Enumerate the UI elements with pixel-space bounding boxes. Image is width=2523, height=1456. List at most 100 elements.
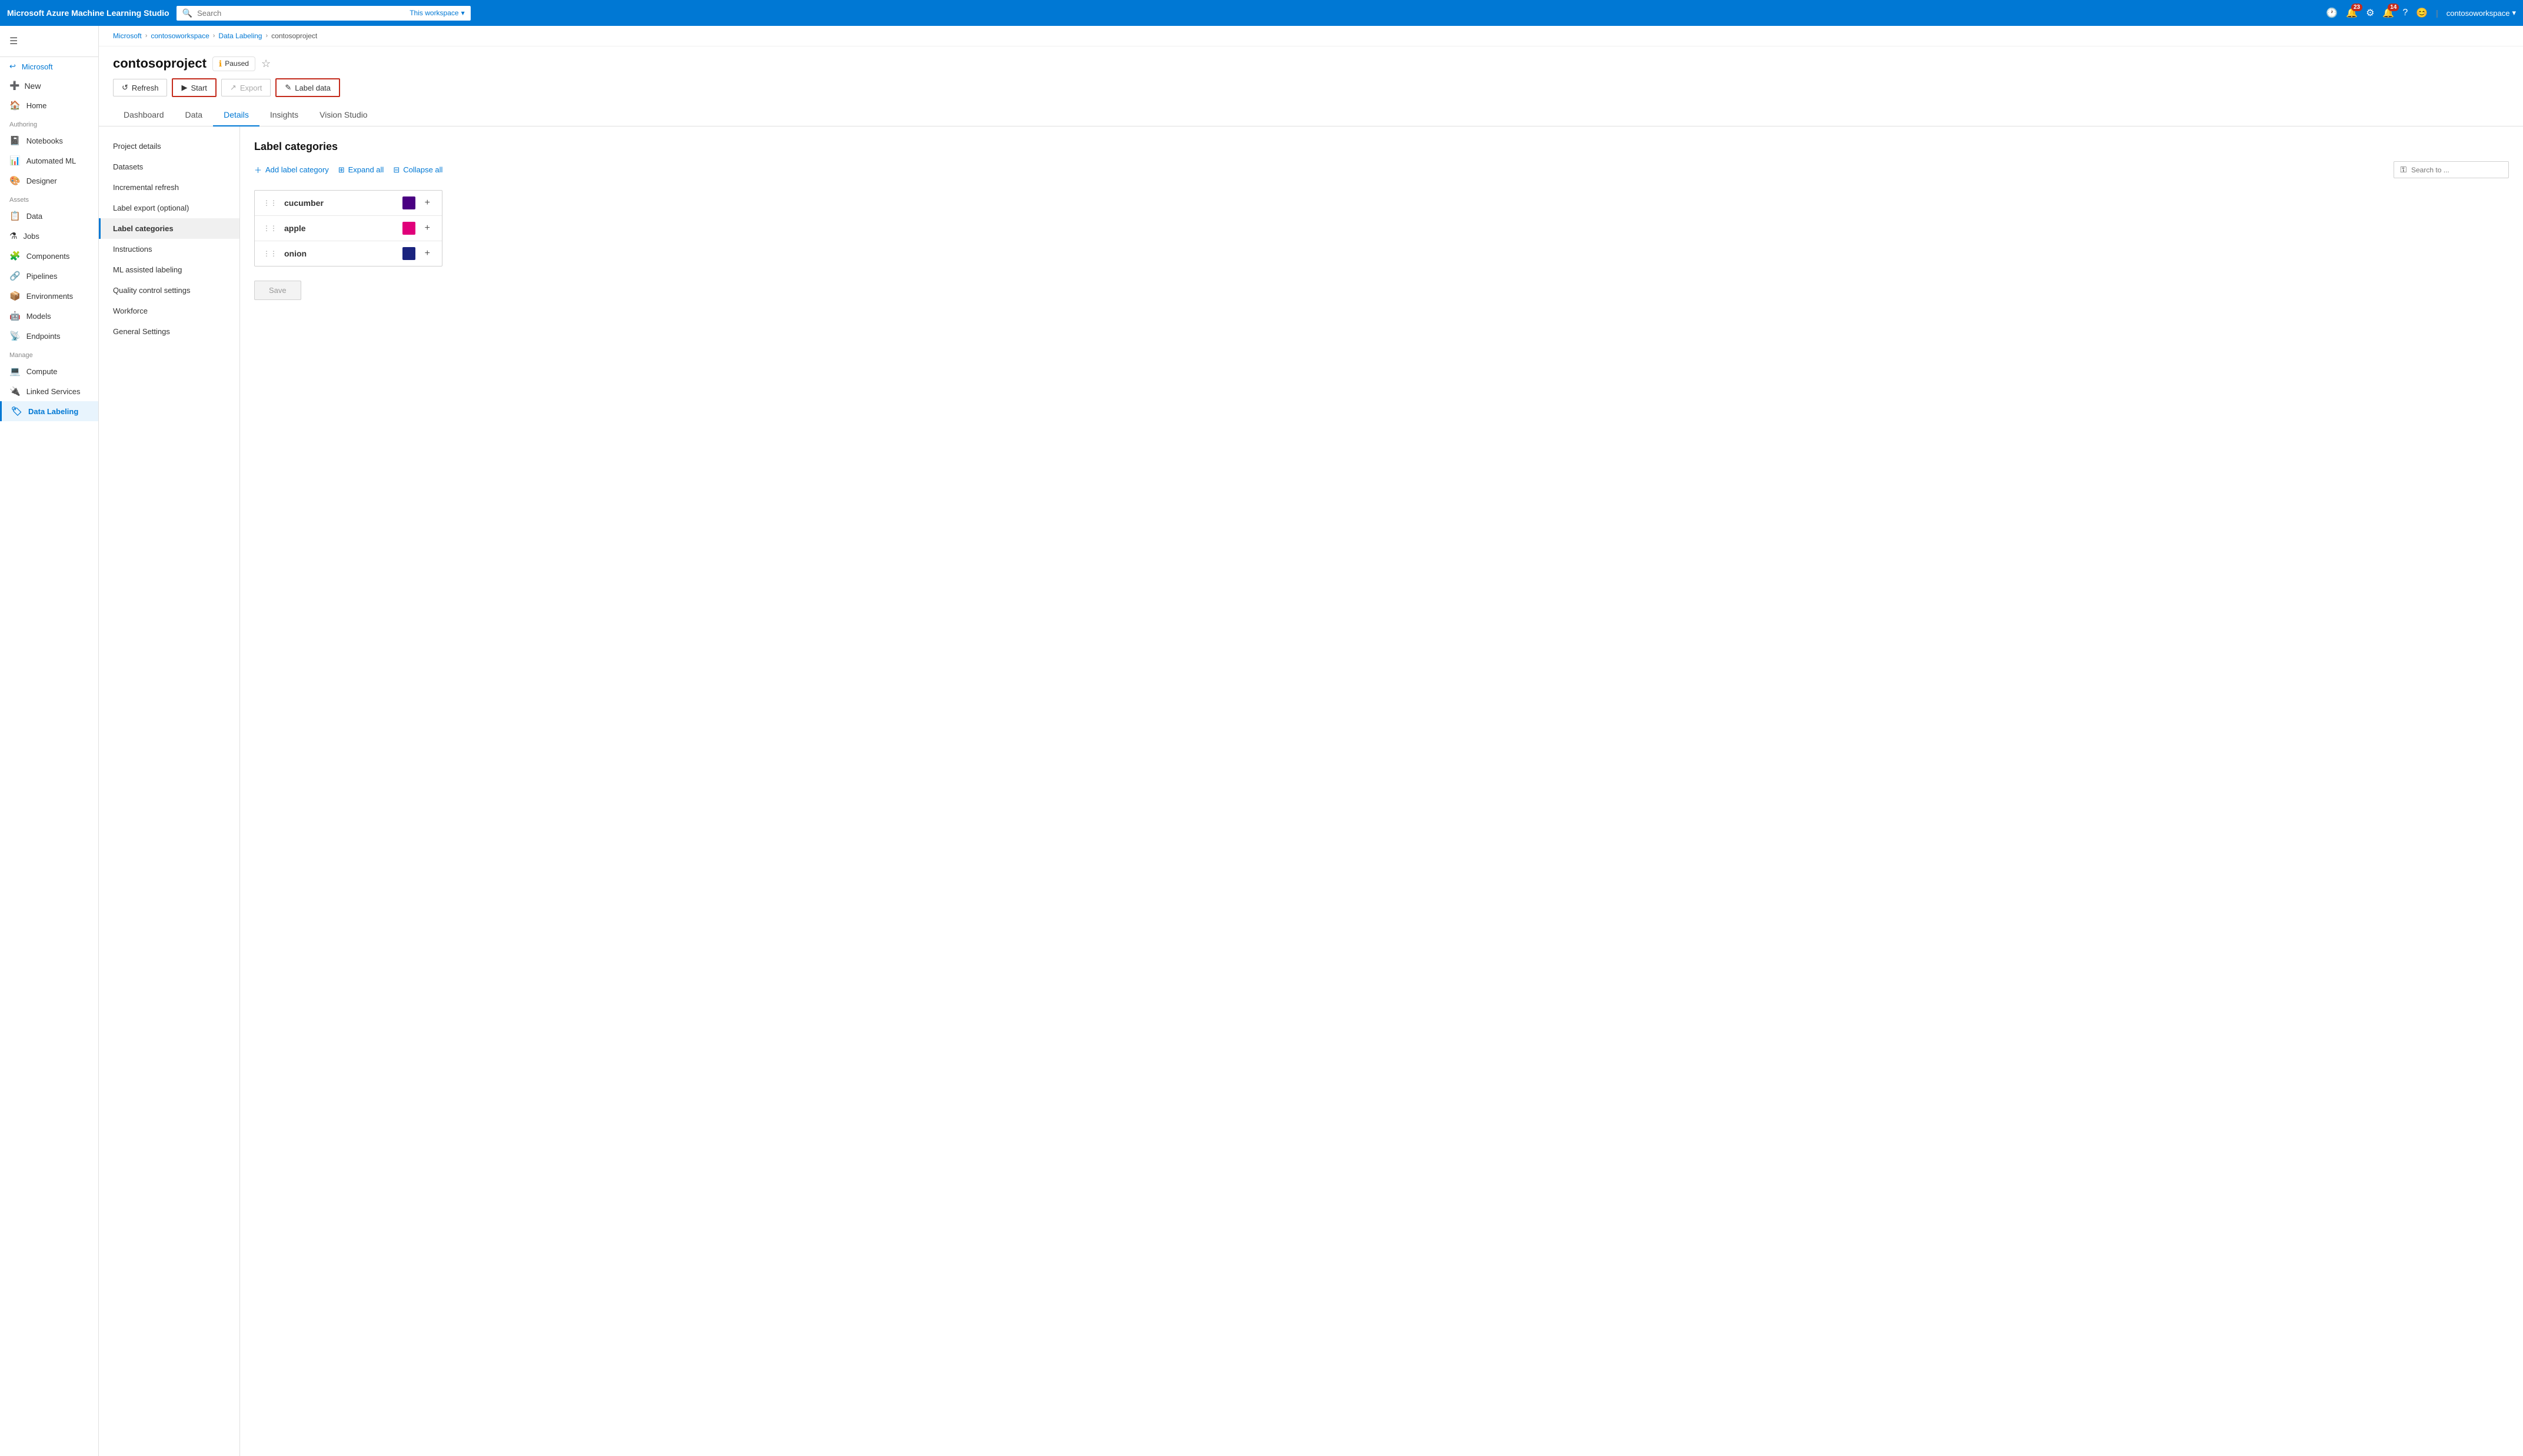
- clock-icon[interactable]: 🕐: [2326, 7, 2338, 19]
- linked-services-icon: 🔌: [9, 386, 21, 397]
- sidebar-item-data-labeling[interactable]: 🏷 Data Labeling: [0, 401, 98, 421]
- drag-handle-icon[interactable]: ⋮⋮: [263, 224, 277, 232]
- assets-section-label: Assets: [0, 191, 98, 206]
- divider: |: [2436, 8, 2438, 18]
- play-icon: ▶: [181, 83, 187, 92]
- leftnav-label-export[interactable]: Label export (optional): [99, 198, 239, 218]
- back-arrow-icon: ↩: [9, 62, 16, 71]
- manage-section-label: Manage: [0, 346, 98, 361]
- label-icon: ✎: [285, 83, 291, 92]
- notification-bell-icon[interactable]: 🔔23: [2346, 7, 2358, 19]
- sidebar-item-notebooks[interactable]: 📓 Notebooks: [0, 131, 98, 151]
- start-button[interactable]: ▶ Start: [172, 78, 216, 97]
- sidebar-item-endpoints[interactable]: 📡 Endpoints: [0, 326, 98, 346]
- content-area: Microsoft › contosoworkspace › Data Labe…: [99, 26, 2523, 1456]
- breadcrumb-contosoworkspace[interactable]: contosoworkspace: [151, 32, 209, 40]
- category-color-apple[interactable]: [402, 222, 415, 235]
- global-search-box[interactable]: 🔍 This workspace ▾: [177, 6, 471, 21]
- settings-gear-icon[interactable]: ⚙: [2366, 7, 2374, 19]
- sidebar-item-automated-ml[interactable]: 📊 Automated ML: [0, 151, 98, 171]
- sidebar-item-designer[interactable]: 🎨 Designer: [0, 171, 98, 191]
- plus-icon: ＋: [254, 164, 262, 175]
- leftnav-quality-control[interactable]: Quality control settings: [99, 280, 239, 301]
- add-subcategory-button-onion[interactable]: +: [421, 247, 434, 260]
- sidebar-item-microsoft[interactable]: ↩ Microsoft: [0, 57, 98, 76]
- search-scope[interactable]: This workspace ▾: [410, 9, 464, 17]
- refresh-button[interactable]: ↺ Refresh: [113, 79, 167, 96]
- jobs-icon: ⚗: [9, 231, 17, 241]
- breadcrumb-data-labeling[interactable]: Data Labeling: [218, 32, 262, 40]
- notebook-icon: 📓: [9, 135, 21, 146]
- category-name-apple: apple: [284, 224, 397, 233]
- categories-list: ⋮⋮ cucumber + ⋮⋮ apple + ⋮⋮ onion: [254, 190, 442, 266]
- page-header: contosoproject ℹ Paused ☆ ↺ Refresh ▶ St…: [99, 46, 2523, 104]
- tab-dashboard[interactable]: Dashboard: [113, 104, 175, 126]
- label-search-box[interactable]: ⚿: [2394, 161, 2509, 178]
- plus-icon: ➕: [9, 81, 19, 91]
- left-nav: Project details Datasets Incremental ref…: [99, 126, 240, 1456]
- tab-insights[interactable]: Insights: [259, 104, 309, 126]
- favorite-star-icon[interactable]: ☆: [261, 58, 271, 70]
- breadcrumb-sep-3: ›: [265, 32, 268, 39]
- breadcrumb-microsoft[interactable]: Microsoft: [113, 32, 142, 40]
- user-smiley-icon[interactable]: 😊: [2416, 7, 2428, 19]
- add-subcategory-button-cucumber[interactable]: +: [421, 196, 434, 209]
- top-nav-icons: 🕐 🔔23 ⚙ 🔔14 ? 😊 | contosoworkspace ▾: [2326, 7, 2516, 19]
- breadcrumb-sep-2: ›: [213, 32, 215, 39]
- sidebar-item-models[interactable]: 🤖 Models: [0, 306, 98, 326]
- sidebar-item-components[interactable]: 🧩 Components: [0, 246, 98, 266]
- export-button[interactable]: ↗ Export: [221, 79, 271, 96]
- tab-vision-studio[interactable]: Vision Studio: [309, 104, 378, 126]
- tabs-bar: Dashboard Data Details Insights Vision S…: [99, 104, 2523, 126]
- top-navigation: Microsoft Azure Machine Learning Studio …: [0, 0, 2523, 26]
- section-title: Label categories: [254, 141, 2509, 153]
- sidebar-item-compute[interactable]: 💻 Compute: [0, 361, 98, 381]
- category-row-cucumber: ⋮⋮ cucumber +: [255, 191, 442, 216]
- collapse-all-button[interactable]: ⊟ Collapse all: [393, 165, 442, 175]
- add-label-category-button[interactable]: ＋ Add label category: [254, 164, 329, 175]
- sidebar-item-new[interactable]: ➕ New: [0, 76, 98, 95]
- data-icon: 📋: [9, 211, 21, 221]
- drag-handle-icon[interactable]: ⋮⋮: [263, 249, 277, 258]
- sidebar: ☰ ↩ Microsoft ➕ New 🏠 Home Authoring 📓 N…: [0, 26, 99, 1456]
- leftnav-incremental-refresh[interactable]: Incremental refresh: [99, 177, 239, 198]
- models-icon: 🤖: [9, 311, 21, 321]
- sidebar-item-linked-services[interactable]: 🔌 Linked Services: [0, 381, 98, 401]
- help-icon[interactable]: ?: [2402, 8, 2408, 18]
- breadcrumb-sep-1: ›: [145, 32, 148, 39]
- compute-icon: 💻: [9, 366, 21, 377]
- sidebar-item-pipelines[interactable]: 🔗 Pipelines: [0, 266, 98, 286]
- label-actions-bar: ＋ Add label category ⊞ Expand all ⊟ Coll…: [254, 161, 2509, 178]
- search-input[interactable]: [197, 9, 405, 18]
- save-button[interactable]: Save: [254, 281, 301, 300]
- expand-all-button[interactable]: ⊞ Expand all: [338, 165, 384, 175]
- breadcrumb-current: contosoproject: [271, 32, 317, 40]
- add-subcategory-button-apple[interactable]: +: [421, 222, 434, 235]
- tab-details[interactable]: Details: [213, 104, 259, 126]
- alert-icon[interactable]: 🔔14: [2382, 7, 2394, 19]
- category-color-onion[interactable]: [402, 247, 415, 260]
- leftnav-ml-assisted[interactable]: ML assisted labeling: [99, 259, 239, 280]
- category-row-onion: ⋮⋮ onion +: [255, 241, 442, 266]
- tab-data[interactable]: Data: [175, 104, 214, 126]
- leftnav-instructions[interactable]: Instructions: [99, 239, 239, 259]
- sidebar-item-environments[interactable]: 📦 Environments: [0, 286, 98, 306]
- drag-handle-icon[interactable]: ⋮⋮: [263, 199, 277, 207]
- leftnav-general-settings[interactable]: General Settings: [99, 321, 239, 342]
- label-search-input[interactable]: [2411, 166, 2502, 174]
- category-color-cucumber[interactable]: [402, 196, 415, 209]
- leftnav-workforce[interactable]: Workforce: [99, 301, 239, 321]
- refresh-icon: ↺: [122, 83, 128, 92]
- leftnav-label-categories[interactable]: Label categories: [99, 218, 239, 239]
- label-data-button[interactable]: ✎ Label data: [275, 78, 340, 97]
- sidebar-item-jobs[interactable]: ⚗ Jobs: [0, 226, 98, 246]
- sidebar-hamburger-icon[interactable]: ☰: [0, 31, 98, 52]
- sidebar-item-home[interactable]: 🏠 Home: [0, 95, 98, 115]
- automated-ml-icon: 📊: [9, 155, 21, 166]
- leftnav-project-details[interactable]: Project details: [99, 136, 239, 156]
- category-row-apple: ⋮⋮ apple +: [255, 216, 442, 241]
- leftnav-datasets[interactable]: Datasets: [99, 156, 239, 177]
- username-display[interactable]: contosoworkspace ▾: [2447, 8, 2516, 18]
- authoring-section-label: Authoring: [0, 115, 98, 131]
- sidebar-item-data[interactable]: 📋 Data: [0, 206, 98, 226]
